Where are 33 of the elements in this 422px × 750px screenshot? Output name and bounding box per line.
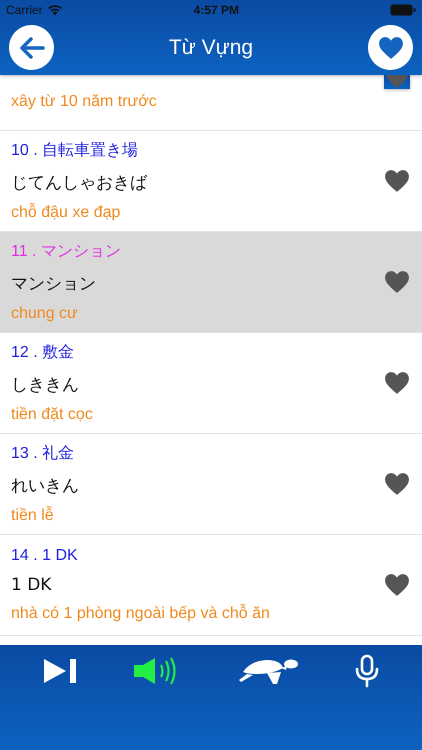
word-title: 10 . 自転車置き場 — [11, 140, 140, 161]
wifi-icon — [46, 4, 63, 16]
favorites-button[interactable] — [368, 25, 413, 70]
heart-icon — [378, 36, 404, 60]
screen-title: Từ Vựng — [168, 36, 254, 60]
word-meaning: tiền lễ — [11, 507, 55, 525]
word-meaning: tiền đặt cọc — [11, 406, 94, 424]
word-title: 13 . 礼金 — [11, 444, 76, 464]
word-meaning: xây từ 10 năm trước — [11, 93, 158, 111]
skip-next-icon[interactable] — [42, 657, 78, 685]
back-button[interactable] — [9, 25, 54, 70]
word-title: 14 . 1 DK — [11, 547, 79, 565]
heart-icon[interactable] — [384, 472, 410, 496]
battery-icon — [390, 4, 416, 16]
carrier-label: Carrier — [6, 3, 43, 17]
word-reading: しききん — [11, 374, 80, 396]
back-arrow-icon — [18, 36, 44, 58]
word-reading: れいきん — [11, 475, 80, 497]
word-row[interactable]: 11 . マンション マンション chung cư — [0, 232, 422, 333]
word-title: 12 . 敷金 — [11, 343, 76, 363]
word-meaning: chỗ đậu xe đạp — [11, 204, 122, 222]
heart-icon[interactable] — [384, 169, 410, 193]
word-title: 11 . マンション — [11, 242, 122, 262]
heart-icon[interactable] — [384, 573, 410, 597]
heart-icon[interactable] — [384, 371, 410, 395]
status-time: 4:57 PM — [192, 3, 240, 17]
word-reading: マンション — [11, 273, 97, 295]
word-meaning: chung cư — [11, 305, 79, 323]
microphone-icon[interactable] — [354, 654, 380, 688]
word-reading: 1 DK — [11, 575, 52, 595]
word-meaning: nhà có 1 phòng ngoài bếp và chỗ ăn — [11, 605, 271, 623]
word-reading: じてんしゃおきば — [11, 172, 148, 194]
heart-icon[interactable] — [384, 270, 410, 294]
